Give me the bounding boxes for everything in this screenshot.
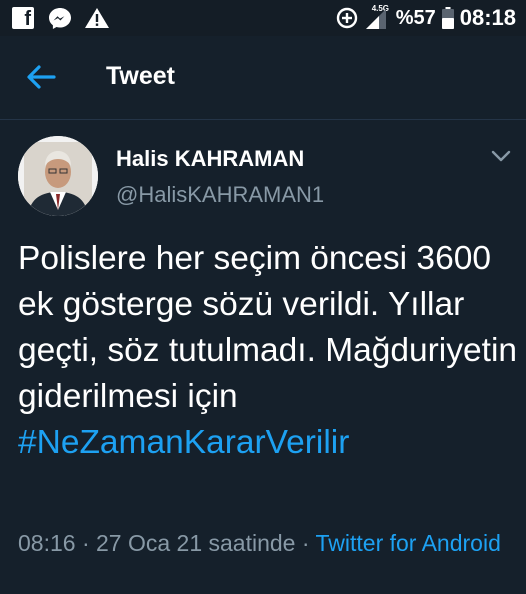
tweet-timestamp: 08:16 · 27 Oca 21 saatinde · [18, 530, 316, 556]
source-link[interactable]: Twitter for Android [316, 530, 501, 556]
tweet-text: Polislere her seçim öncesi 3600 ek göste… [18, 236, 518, 466]
warning-icon [85, 8, 109, 28]
page-title: Tweet [106, 62, 175, 90]
signal-icon: 4.5G [364, 4, 390, 30]
messenger-icon [49, 8, 71, 29]
top-app-bar: Tweet [0, 36, 526, 120]
tweet-meta: 08:16 · 27 Oca 21 saatinde · Twitter for… [18, 527, 518, 560]
avatar[interactable] [18, 136, 98, 216]
facebook-icon: f [12, 7, 34, 30]
battery-percent: %57 [395, 6, 436, 29]
chevron-down-icon[interactable] [490, 148, 512, 164]
battery-icon [441, 7, 454, 29]
back-arrow-icon[interactable] [24, 62, 58, 92]
status-bar: f 4.5G %57 08:18 [0, 0, 526, 36]
hashtag-link[interactable]: #NeZamanKararVerilir [18, 424, 349, 461]
data-saver-icon [336, 7, 357, 29]
author-handle[interactable]: @HalisKAHRAMAN1 [116, 182, 324, 208]
clock: 08:18 [459, 5, 516, 30]
author-name[interactable]: Halis KAHRAMAN [116, 146, 304, 172]
tweet-body: Polislere her seçim öncesi 3600 ek göste… [18, 240, 518, 415]
